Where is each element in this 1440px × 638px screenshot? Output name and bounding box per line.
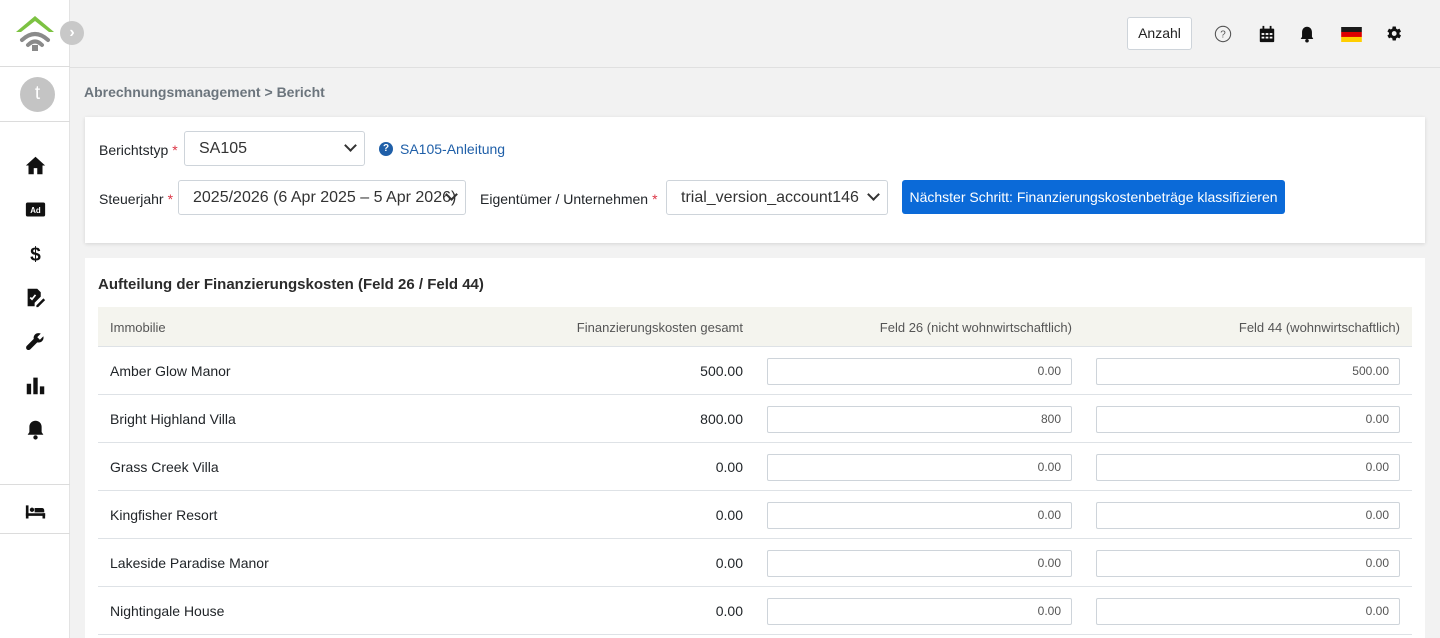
total-cost: 0.00 bbox=[715, 507, 743, 523]
total-cost: 500.00 bbox=[700, 363, 743, 379]
chevron-down-icon bbox=[344, 139, 357, 152]
table-row: Nightingale House 0.00 0.00 0.00 bbox=[98, 587, 1412, 635]
wrench-icon[interactable] bbox=[23, 329, 47, 353]
box26-input[interactable]: 0.00 bbox=[767, 502, 1072, 529]
next-step-button[interactable]: Nächster Schritt: Finanzierungskostenbet… bbox=[902, 180, 1285, 214]
sidebar-divider bbox=[0, 484, 70, 485]
table-row: Bright Highland Villa 800.00 800 0.00 bbox=[98, 395, 1412, 443]
topbar: Anzahl ? bbox=[70, 0, 1440, 68]
breadcrumb-current: Bericht bbox=[276, 84, 325, 100]
total-cost: 800.00 bbox=[700, 411, 743, 427]
sidebar: t Ad $ bbox=[0, 0, 70, 638]
box44-input[interactable]: 0.00 bbox=[1096, 502, 1400, 529]
sa105-guide-link-text: SA105-Anleitung bbox=[400, 141, 506, 157]
home-icon[interactable] bbox=[23, 153, 47, 177]
required-marker: * bbox=[652, 191, 658, 207]
chevron-down-icon bbox=[867, 188, 880, 201]
svg-text:?: ? bbox=[1220, 30, 1226, 41]
sidebar-divider bbox=[0, 121, 70, 122]
property-name: Amber Glow Manor bbox=[110, 363, 231, 379]
column-header-box26: Feld 26 (nicht wohnwirtschaftlich) bbox=[879, 320, 1072, 335]
sa105-guide-link[interactable]: ? SA105-Anleitung bbox=[379, 141, 505, 157]
report-type-label: Berichtstyp * bbox=[99, 142, 178, 158]
table-title: Aufteilung der Finanzierungskosten (Feld… bbox=[98, 276, 484, 293]
required-marker: * bbox=[172, 142, 178, 158]
property-name: Kingfisher Resort bbox=[110, 507, 218, 523]
box44-input[interactable]: 0.00 bbox=[1096, 406, 1400, 433]
required-marker: * bbox=[167, 191, 174, 207]
ad-icon[interactable]: Ad bbox=[23, 197, 47, 221]
help-icon[interactable]: ? bbox=[1213, 24, 1233, 44]
sidebar-divider bbox=[0, 66, 70, 67]
bed-icon[interactable] bbox=[23, 499, 47, 523]
report-filter-card: Berichtstyp * SA105 ? SA105-Anleitung Ste… bbox=[85, 117, 1425, 243]
tax-year-select[interactable]: 2025/2026 (6 Apr 2025 – 5 Apr 2026) bbox=[178, 180, 466, 215]
box26-input[interactable]: 800 bbox=[767, 406, 1072, 433]
total-cost: 0.00 bbox=[715, 555, 743, 571]
avatar[interactable]: t bbox=[20, 77, 55, 112]
app-logo[interactable] bbox=[14, 14, 56, 54]
column-header-box44: Feld 44 (wohnwirtschaftlich) bbox=[1238, 320, 1400, 335]
svg-text:$: $ bbox=[30, 244, 41, 264]
property-name: Grass Creek Villa bbox=[110, 459, 219, 475]
breadcrumb: Abrechnungsmanagement > Bericht bbox=[84, 84, 325, 100]
total-cost: 0.00 bbox=[715, 459, 743, 475]
tax-year-label: Steuerjahr * bbox=[99, 191, 173, 207]
bell-icon[interactable] bbox=[1297, 24, 1317, 44]
box26-input[interactable]: 0.00 bbox=[767, 598, 1072, 625]
table-row: Kingfisher Resort 0.00 0.00 0.00 bbox=[98, 491, 1412, 539]
owner-value: trial_version_account146 bbox=[681, 189, 859, 206]
breadcrumb-parent[interactable]: Abrechnungsmanagement bbox=[84, 84, 261, 100]
box44-input[interactable]: 0.00 bbox=[1096, 550, 1400, 577]
tax-year-value: 2025/2026 (6 Apr 2025 – 5 Apr 2026) bbox=[193, 189, 457, 206]
column-header-property: Immobilie bbox=[110, 320, 166, 335]
box26-input[interactable]: 0.00 bbox=[767, 550, 1072, 577]
question-circle-icon: ? bbox=[379, 142, 393, 156]
property-name: Nightingale House bbox=[110, 603, 225, 619]
box26-input[interactable]: 0.00 bbox=[767, 358, 1072, 385]
bar-chart-icon[interactable] bbox=[23, 373, 47, 397]
german-flag-icon[interactable] bbox=[1340, 24, 1362, 44]
owner-label-text: Eigentümer / Unternehmen bbox=[480, 191, 649, 207]
table-row: Amber Glow Manor 500.00 0.00 500.00 bbox=[98, 347, 1412, 395]
sidebar-toggle-button[interactable]: › bbox=[60, 21, 84, 45]
sidebar-divider bbox=[0, 533, 70, 534]
tax-year-label-text: Steuerjahr bbox=[99, 191, 164, 207]
finance-cost-split-card: Aufteilung der Finanzierungskosten (Feld… bbox=[85, 258, 1425, 638]
property-name: Lakeside Paradise Manor bbox=[110, 555, 269, 571]
calendar-icon[interactable] bbox=[1257, 24, 1277, 44]
gear-icon[interactable] bbox=[1383, 23, 1403, 43]
edit-document-icon[interactable] bbox=[23, 285, 47, 309]
dollar-icon[interactable]: $ bbox=[23, 241, 47, 265]
bell-icon[interactable] bbox=[23, 417, 47, 441]
count-button[interactable]: Anzahl bbox=[1127, 17, 1192, 50]
table-row: Grass Creek Villa 0.00 0.00 0.00 bbox=[98, 443, 1412, 491]
box44-input[interactable]: 0.00 bbox=[1096, 598, 1400, 625]
report-type-select[interactable]: SA105 bbox=[184, 131, 365, 166]
breadcrumb-separator: > bbox=[260, 84, 277, 100]
table-header: Immobilie Finanzierungskosten gesamt Fel… bbox=[98, 307, 1412, 347]
report-type-label-text: Berichtstyp bbox=[99, 142, 169, 158]
box26-input[interactable]: 0.00 bbox=[767, 454, 1072, 481]
table-row: Lakeside Paradise Manor 0.00 0.00 0.00 bbox=[98, 539, 1412, 587]
box44-input[interactable]: 500.00 bbox=[1096, 358, 1400, 385]
owner-select[interactable]: trial_version_account146 bbox=[666, 180, 888, 215]
owner-label: Eigentümer / Unternehmen * bbox=[480, 191, 658, 207]
box44-input[interactable]: 0.00 bbox=[1096, 454, 1400, 481]
property-name: Bright Highland Villa bbox=[110, 411, 236, 427]
svg-text:Ad: Ad bbox=[30, 206, 41, 215]
report-type-value: SA105 bbox=[199, 140, 248, 157]
total-cost: 0.00 bbox=[715, 603, 743, 619]
column-header-total: Finanzierungskosten gesamt bbox=[576, 320, 743, 335]
